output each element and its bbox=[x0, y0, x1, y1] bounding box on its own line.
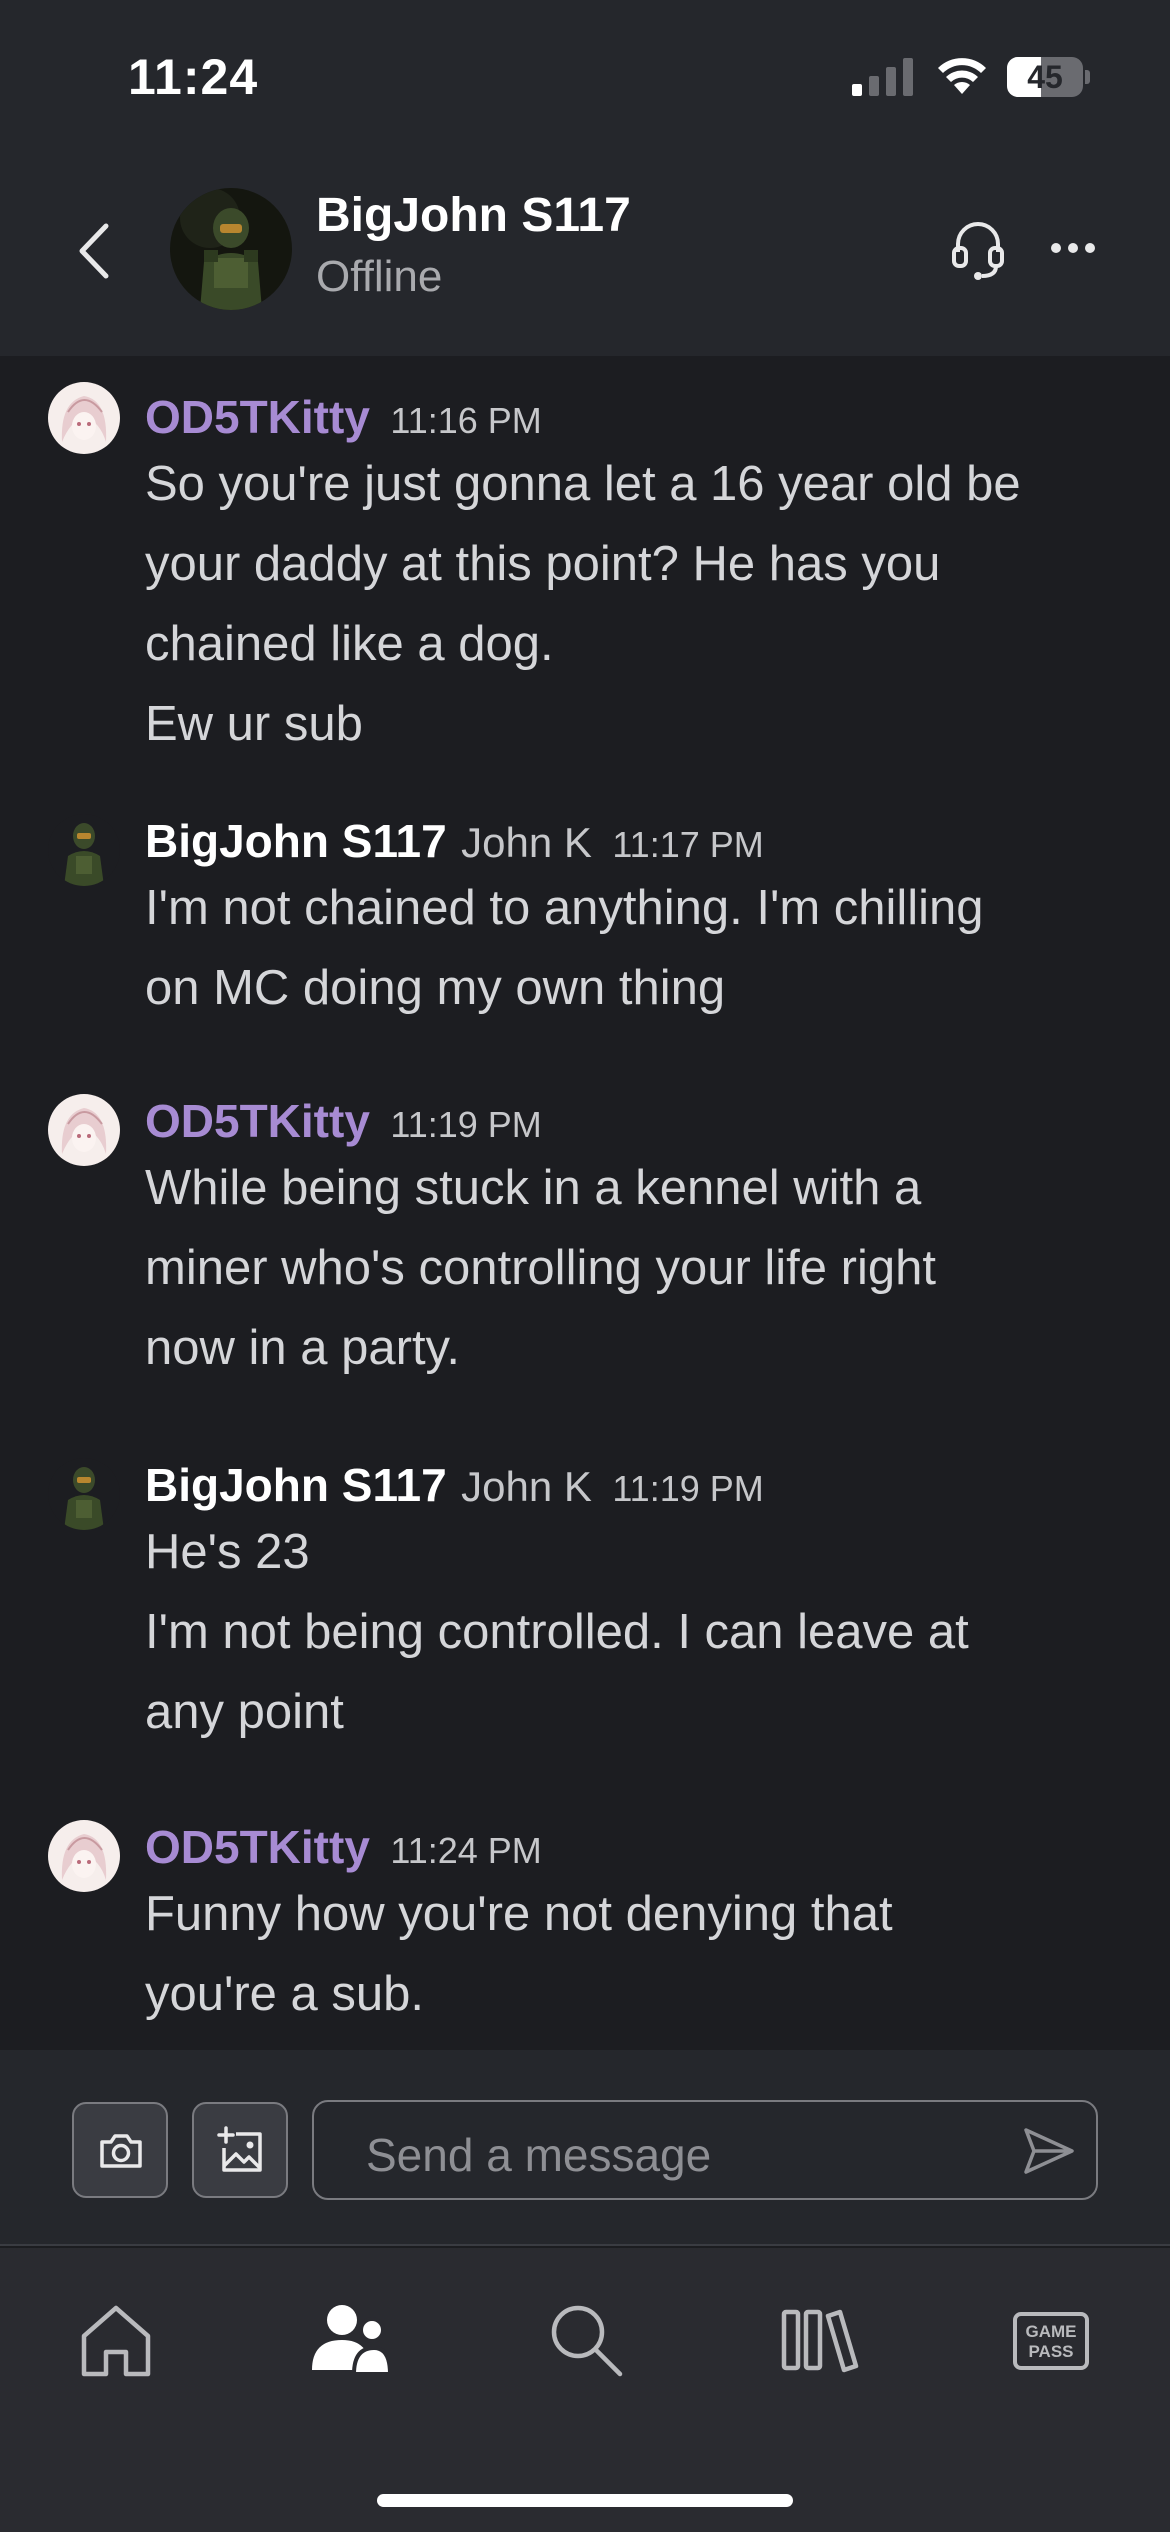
sender-name[interactable]: OD5TKitty bbox=[145, 1821, 370, 1873]
message-text: I'm not chained to anything. I'm chillin… bbox=[145, 881, 984, 935]
message-time: 11:19 PM bbox=[612, 1468, 764, 1509]
contact-avatar[interactable] bbox=[170, 188, 292, 310]
chat-screen: 11:24 45 BigJohn S117 Offline OD5TKitty … bbox=[0, 0, 1170, 2532]
cellular-signal-icon bbox=[852, 58, 913, 96]
message-list[interactable]: OD5TKitty 11:16 PM So you're just gonna … bbox=[0, 356, 1170, 2050]
sender-avatar[interactable] bbox=[48, 382, 120, 454]
message-input-placeholder: Send a message bbox=[366, 2129, 712, 2181]
message-text: your daddy at this point? He has you bbox=[145, 537, 941, 591]
message-header: OD5TKitty 11:19 PM bbox=[145, 1094, 542, 1148]
sender-name[interactable]: BigJohn S117 bbox=[145, 1459, 447, 1511]
wifi-icon bbox=[938, 58, 986, 94]
game-pass-label-line2: PASS bbox=[1028, 2342, 1074, 2361]
sender-real-name: John K bbox=[461, 1463, 592, 1510]
message-text: on MC doing my own thing bbox=[145, 961, 726, 1015]
send-icon[interactable] bbox=[1022, 2126, 1076, 2176]
message-time: 11:24 PM bbox=[390, 1830, 542, 1871]
search-icon[interactable] bbox=[546, 2300, 626, 2380]
battery-icon: 45 bbox=[1007, 57, 1090, 97]
message-text: miner who's controlling your life right bbox=[145, 1241, 936, 1295]
message-text: you're a sub. bbox=[145, 1967, 425, 2021]
message-header: OD5TKitty 11:16 PM bbox=[145, 390, 542, 444]
add-image-icon bbox=[217, 2126, 262, 2172]
sender-name[interactable]: OD5TKitty bbox=[145, 391, 370, 443]
sender-avatar[interactable] bbox=[48, 814, 120, 886]
add-image-button[interactable] bbox=[192, 2102, 288, 2198]
library-icon[interactable] bbox=[780, 2300, 860, 2380]
message-time: 11:16 PM bbox=[390, 400, 542, 441]
message-text: So you're just gonna let a 16 year old b… bbox=[145, 457, 1021, 511]
message-composer: Send a message bbox=[0, 2050, 1170, 2246]
home-indicator[interactable] bbox=[377, 2494, 793, 2507]
chat-header: BigJohn S117 Offline bbox=[0, 150, 1170, 356]
battery-level: 45 bbox=[1027, 59, 1063, 95]
headset-icon[interactable] bbox=[950, 218, 1006, 282]
back-button[interactable] bbox=[70, 216, 120, 286]
message-text: Ew ur sub bbox=[145, 697, 363, 751]
contact-name[interactable]: BigJohn S117 bbox=[316, 188, 631, 243]
camera-icon bbox=[100, 2134, 142, 2168]
message-text: While being stuck in a kennel with a bbox=[145, 1161, 922, 1215]
message-text: He's 23 bbox=[145, 1525, 310, 1579]
more-options-button[interactable] bbox=[1050, 238, 1096, 258]
sender-name[interactable]: BigJohn S117 bbox=[145, 815, 447, 867]
message-input[interactable]: Send a message bbox=[312, 2100, 1098, 2200]
bottom-navigation: GAME PASS bbox=[0, 2248, 1170, 2532]
sender-name[interactable]: OD5TKitty bbox=[145, 1095, 370, 1147]
message-header: BigJohn S117 John K 11:19 PM bbox=[145, 1458, 764, 1512]
message-text: I'm not being controlled. I can leave at bbox=[145, 1605, 969, 1659]
message-time: 11:17 PM bbox=[612, 824, 764, 865]
message-text: any point bbox=[145, 1685, 344, 1739]
message-header: BigJohn S117 John K 11:17 PM bbox=[145, 814, 764, 868]
game-pass-label-line1: GAME bbox=[1025, 2322, 1077, 2341]
sender-avatar[interactable] bbox=[48, 1094, 120, 1166]
home-icon[interactable] bbox=[76, 2300, 156, 2380]
contact-status: Offline bbox=[316, 252, 443, 301]
camera-button[interactable] bbox=[72, 2102, 168, 2198]
sender-real-name: John K bbox=[461, 819, 592, 866]
message-text: chained like a dog. bbox=[145, 617, 554, 671]
message-time: 11:19 PM bbox=[390, 1104, 542, 1145]
game-pass-icon[interactable]: GAME PASS bbox=[1013, 2300, 1093, 2380]
friends-icon[interactable] bbox=[310, 2300, 390, 2380]
message-text: Funny how you're not denying that bbox=[145, 1887, 893, 1941]
message-header: OD5TKitty 11:24 PM bbox=[145, 1820, 542, 1874]
sender-avatar[interactable] bbox=[48, 1820, 120, 1892]
status-time: 11:24 bbox=[128, 49, 259, 105]
status-bar: 11:24 45 bbox=[0, 0, 1170, 150]
sender-avatar[interactable] bbox=[48, 1458, 120, 1530]
message-text: now in a party. bbox=[145, 1321, 461, 1375]
